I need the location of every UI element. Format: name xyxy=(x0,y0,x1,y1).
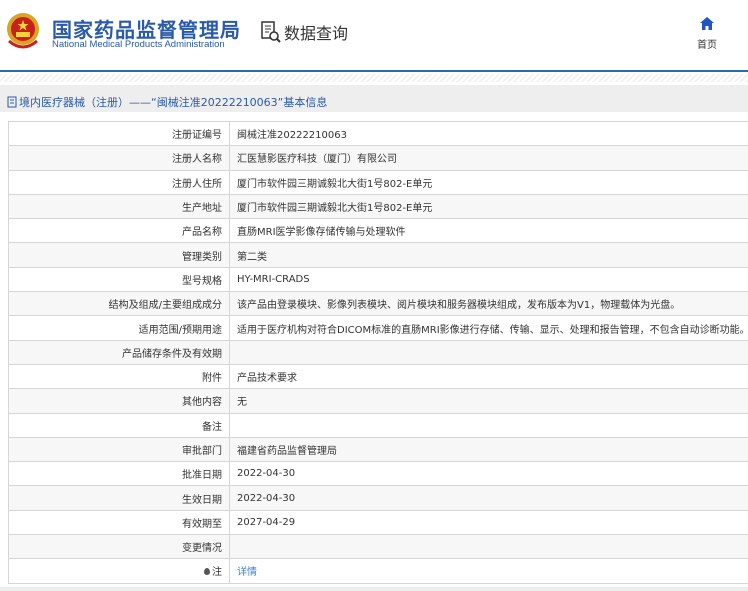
field-value: 厦门市软件园三期诚毅北大街1号802-E单元 xyxy=(229,169,748,195)
note-label: 注 xyxy=(212,567,222,579)
table-row: 生效日期 2022-04-30 xyxy=(8,485,748,511)
field-label: 产品名称 xyxy=(8,218,230,244)
field-value: 2022-04-30 xyxy=(229,461,748,487)
table-row: 型号规格 HY-MRI-CRADS xyxy=(8,266,748,293)
table-row: 有效期至 2027-04-29 xyxy=(8,509,748,536)
field-label: 结构及组成/主要组成成分 xyxy=(8,291,230,317)
field-label: 其他内容 xyxy=(8,388,230,414)
table-row: 其他内容无 xyxy=(8,388,748,414)
field-value: 2022-04-30 xyxy=(229,485,748,511)
field-value: 适用于医疗机构对符合DICOM标准的直肠MRI影像进行存储、传输、显示、处理和报… xyxy=(229,315,748,341)
field-value: 第二类 xyxy=(229,242,748,268)
field-value: 福建省药品监督管理局 xyxy=(229,436,748,463)
home-link[interactable]: 首页 xyxy=(692,15,722,51)
breadcrumb: 境内医疗器械（注册）——“闽械注准20222210063”基本信息 xyxy=(0,85,748,112)
field-value: 该产品由登录模块、影像列表模块、阅片模块和服务器模块组成，发布版本为V1，物理载… xyxy=(229,291,748,317)
field-value xyxy=(229,534,748,560)
table-row: 批准日期 2022-04-30 xyxy=(8,461,748,487)
field-label: 适用范围/预期用途 xyxy=(8,315,230,341)
site-header: 国家药品监督管理局 National Medical Products Admi… xyxy=(0,0,748,72)
field-value: 厦门市软件园三期诚毅北大街1号802-E单元 xyxy=(229,193,748,220)
field-value xyxy=(229,339,748,365)
org-name-en: National Medical Products Administration xyxy=(52,39,225,50)
field-label: 变更情况 xyxy=(8,534,230,560)
field-label: 注 xyxy=(8,558,230,584)
field-label: 型号规格 xyxy=(8,266,230,293)
data-query-label: 数据查询 xyxy=(284,24,349,43)
table-row: 生产地址 厦门市软件园三期诚毅北大街1号802-E单元 xyxy=(8,193,748,220)
field-label: 生产地址 xyxy=(8,193,230,220)
field-value: 详情 xyxy=(229,558,748,584)
table-row: 注册证编号 闽械注准20222210063 xyxy=(8,120,748,147)
pin-icon xyxy=(204,568,210,576)
table-row: 管理类别 第二类 xyxy=(8,242,748,268)
details-link[interactable]: 详情 xyxy=(237,567,257,578)
table-row: 产品名称 直肠MRI医学影像存储传输与处理软件 xyxy=(8,218,748,244)
decorative-stripe xyxy=(0,74,748,82)
table-row-note: 注 详情 xyxy=(8,558,748,584)
field-label: 注册证编号 xyxy=(8,120,230,147)
table-row: 变更情况 xyxy=(8,534,748,560)
field-label: 注册人名称 xyxy=(8,145,230,171)
field-label: 有效期至 xyxy=(8,509,230,536)
home-label: 首页 xyxy=(697,40,717,51)
field-label: 注册人住所 xyxy=(8,169,230,195)
field-value: 闽械注准20222210063 xyxy=(229,120,748,147)
field-label: 审批部门 xyxy=(8,436,230,463)
field-label: 附件 xyxy=(8,363,230,390)
table-row: 审批部门 福建省药品监督管理局 xyxy=(8,436,748,463)
field-label: 生效日期 xyxy=(8,485,230,511)
field-label: 管理类别 xyxy=(8,242,230,268)
data-query-title: 数据查询 xyxy=(261,20,348,44)
field-value: 直肠MRI医学影像存储传输与处理软件 xyxy=(229,218,748,244)
footer-divider xyxy=(0,587,748,591)
field-label: 产品储存条件及有效期 xyxy=(8,339,230,365)
document-icon xyxy=(7,96,17,108)
field-value xyxy=(229,412,748,438)
table-row: 结构及组成/主要组成成分 该产品由登录模块、影像列表模块、阅片模块和服务器模块组成… xyxy=(8,291,748,317)
document-search-icon xyxy=(261,21,281,43)
field-value: HY-MRI-CRADS xyxy=(229,266,748,293)
table-row: 注册人住所 厦门市软件园三期诚毅北大街1号802-E单元 xyxy=(8,169,748,195)
field-value: 无 xyxy=(229,388,748,414)
table-row: 备注 xyxy=(8,412,748,438)
field-label: 备注 xyxy=(8,412,230,438)
table-row: 产品储存条件及有效期 xyxy=(8,339,748,365)
national-emblem-logo xyxy=(7,13,39,49)
field-label: 批准日期 xyxy=(8,461,230,487)
table-row: 注册人名称 汇医慧影医疗科技（厦门）有限公司 xyxy=(8,145,748,171)
field-value: 2027-04-29 xyxy=(229,509,748,536)
table-row: 附件 产品技术要求 xyxy=(8,363,748,390)
field-value: 产品技术要求 xyxy=(229,363,748,390)
device-info-table: 注册证编号 闽械注准20222210063 注册人名称 汇医慧影医疗科技（厦门）有限公… xyxy=(8,120,748,584)
field-value: 汇医慧影医疗科技（厦门）有限公司 xyxy=(229,145,748,171)
home-icon xyxy=(700,17,714,30)
table-row: 适用范围/预期用途 适用于医疗机构对符合DICOM标准的直肠MRI影像进行存储、传… xyxy=(8,315,748,341)
breadcrumb-text: 境内医疗器械（注册）——“闽械注准20222210063”基本信息 xyxy=(19,96,328,109)
